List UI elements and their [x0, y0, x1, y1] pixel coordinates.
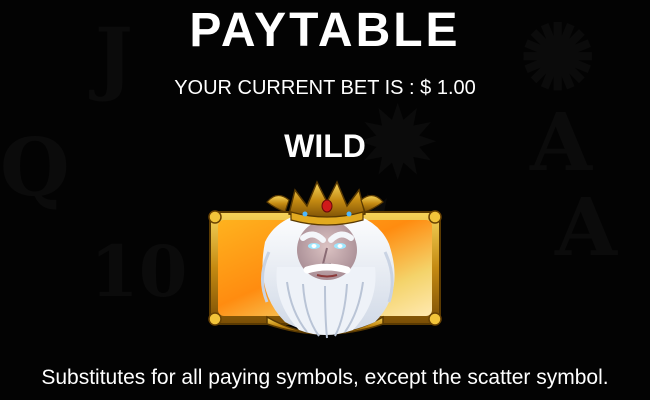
current-bet-label: YOUR CURRENT BET IS : $ — [174, 77, 437, 99]
symbol-name: WILD — [284, 128, 366, 164]
wild-symbol-image — [207, 172, 443, 342]
paytable-title: PAYTABLE — [189, 4, 461, 57]
current-bet-amount: 1.00 — [436, 77, 476, 99]
symbol-description: Substitutes for all paying symbols, exce… — [41, 366, 609, 389]
current-bet-line: YOUR CURRENT BET IS : $ 1.00 — [0, 76, 650, 100]
poseidon-wild-icon — [208, 180, 442, 339]
